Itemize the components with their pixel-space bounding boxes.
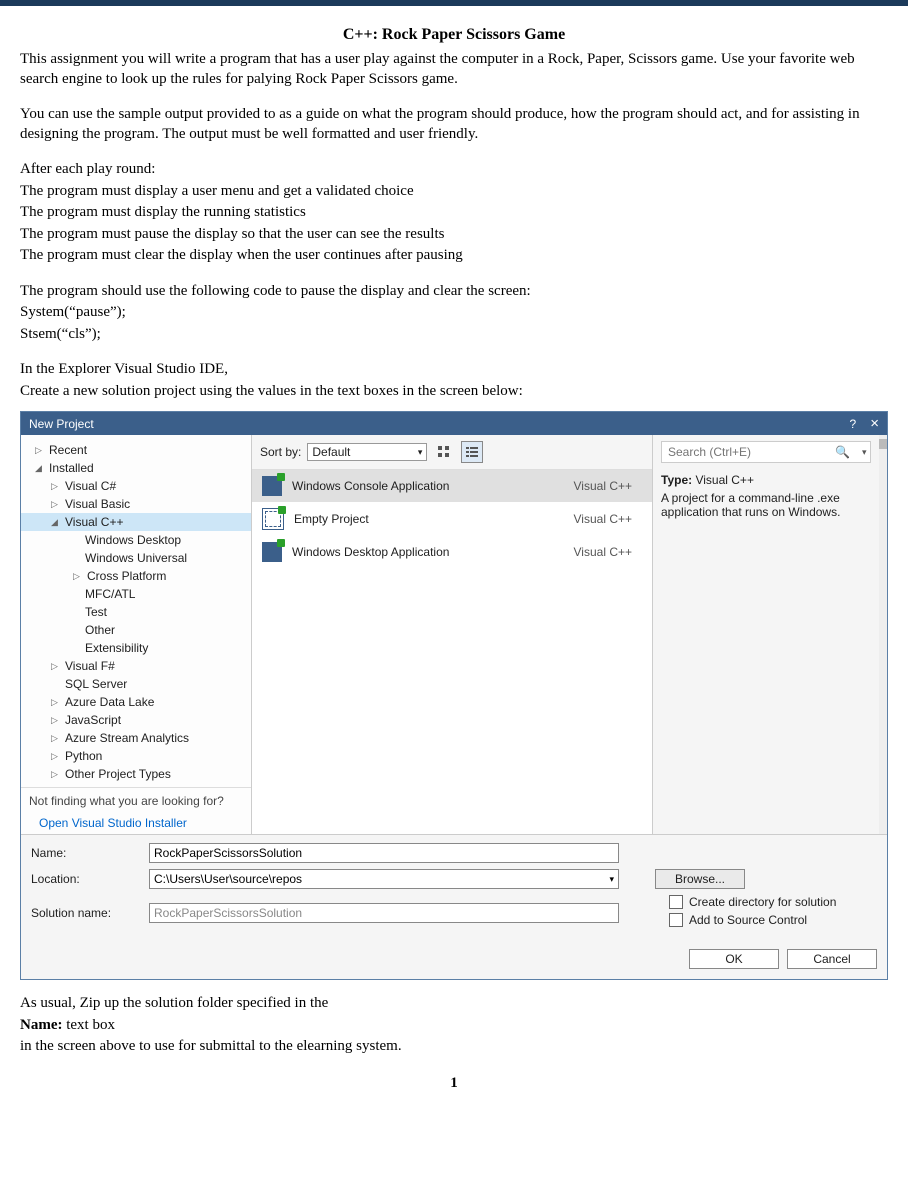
search-dropdown-icon[interactable]: ▾ [856, 447, 873, 458]
template-empty-project[interactable]: Empty Project Visual C++ [252, 502, 652, 536]
para-5: The program must display the running sta… [20, 203, 888, 223]
checkbox-icon [669, 895, 683, 909]
create-directory-checkbox[interactable]: Create directory for solution [669, 895, 836, 909]
view-list-button[interactable] [461, 441, 483, 463]
template-windows-desktop-app[interactable]: Windows Desktop Application Visual C++ [252, 536, 652, 568]
doc-title: C++: Rock Paper Scissors Game [20, 26, 888, 44]
sort-by-label: Sort by: [260, 445, 301, 459]
chevron-down-icon: ▾ [418, 447, 423, 458]
desktop-app-icon [262, 542, 282, 562]
para-4: The program must display a user menu and… [20, 182, 888, 202]
sort-by-dropdown[interactable]: Default ▾ [307, 443, 427, 461]
tree-azure-data-lake[interactable]: ▷Azure Data Lake [21, 693, 251, 711]
browse-button[interactable]: Browse... [655, 869, 745, 889]
tree-recent[interactable]: ▷Recent [21, 441, 251, 459]
post-2: Name: text box [20, 1016, 888, 1036]
search-icon[interactable]: 🔍 [829, 445, 856, 459]
tree-azure-stream-analytics[interactable]: ▷Azure Stream Analytics [21, 729, 251, 747]
cancel-button[interactable]: Cancel [787, 949, 877, 969]
chevron-down-icon: ▾ [609, 874, 614, 885]
new-project-dialog: New Project ? × ▷Recent ◢Installed ▷Visu… [20, 411, 888, 980]
close-icon[interactable]: × [870, 415, 879, 432]
para-11: In the Explorer Visual Studio IDE, [20, 360, 888, 380]
template-windows-console-app[interactable]: Windows Console Application Visual C++ [252, 470, 652, 502]
para-9: System(“pause”); [20, 303, 888, 323]
type-label: Type: [661, 473, 692, 487]
para-8: The program should use the following cod… [20, 282, 888, 302]
para-2: You can use the sample output provided t… [20, 105, 888, 144]
tree-javascript[interactable]: ▷JavaScript [21, 711, 251, 729]
tree-windows-desktop[interactable]: Windows Desktop [21, 531, 251, 549]
post-3: in the screen above to use for submittal… [20, 1037, 888, 1057]
location-input[interactable]: C:\Users\User\source\repos ▾ [149, 869, 619, 889]
tree-test[interactable]: Test [21, 603, 251, 621]
tree-other-project-types[interactable]: ▷Other Project Types [21, 765, 251, 783]
para-3: After each play round: [20, 160, 888, 180]
tree-cross-platform[interactable]: ▷Cross Platform [21, 567, 251, 585]
para-7: The program must clear the display when … [20, 246, 888, 266]
template-description: A project for a command-line .exe applic… [661, 491, 871, 519]
add-to-source-control-checkbox[interactable]: Add to Source Control [669, 913, 836, 927]
solution-name-input[interactable]: RockPaperScissorsSolution [149, 903, 619, 923]
tree-other[interactable]: Other [21, 621, 251, 639]
tree-windows-universal[interactable]: Windows Universal [21, 549, 251, 567]
ok-button[interactable]: OK [689, 949, 779, 969]
tree-scrollbar[interactable] [879, 435, 887, 834]
not-finding-label: Not finding what you are looking for? [21, 787, 251, 814]
tree-visual-basic[interactable]: ▷Visual Basic [21, 495, 251, 513]
tree-python[interactable]: ▷Python [21, 747, 251, 765]
para-10: Stsem(“cls”); [20, 325, 888, 345]
template-tree: ▷Recent ◢Installed ▷Visual C# ▷Visual Ba… [21, 435, 252, 834]
location-label: Location: [31, 872, 141, 886]
tree-visual-csharp[interactable]: ▷Visual C# [21, 477, 251, 495]
help-icon[interactable]: ? [850, 417, 857, 431]
para-1: This assignment you will write a program… [20, 50, 888, 89]
tree-extensibility[interactable]: Extensibility [21, 639, 251, 657]
console-app-icon [262, 476, 282, 496]
view-icons-button[interactable] [433, 441, 455, 463]
dialog-titlebar[interactable]: New Project ? × [21, 412, 887, 435]
tree-visual-cpp[interactable]: ◢Visual C++ [21, 513, 251, 531]
name-input[interactable]: RockPaperScissorsSolution [149, 843, 619, 863]
checkbox-icon [669, 913, 683, 927]
type-value: Visual C++ [695, 473, 753, 487]
tree-mfc-atl[interactable]: MFC/ATL [21, 585, 251, 603]
open-vs-installer-link[interactable]: Open Visual Studio Installer [21, 814, 251, 834]
page-number: 1 [20, 1075, 888, 1092]
search-input[interactable] [662, 442, 829, 462]
tree-visual-fsharp[interactable]: ▷Visual F# [21, 657, 251, 675]
empty-project-icon [262, 508, 284, 530]
post-1: As usual, Zip up the solution folder spe… [20, 994, 888, 1014]
name-label: Name: [31, 846, 141, 860]
dialog-title: New Project [29, 417, 94, 431]
para-12: Create a new solution project using the … [20, 382, 888, 402]
tree-installed[interactable]: ◢Installed [21, 459, 251, 477]
tree-sql-server[interactable]: SQL Server [21, 675, 251, 693]
para-6: The program must pause the display so th… [20, 225, 888, 245]
solution-name-label: Solution name: [31, 906, 141, 920]
